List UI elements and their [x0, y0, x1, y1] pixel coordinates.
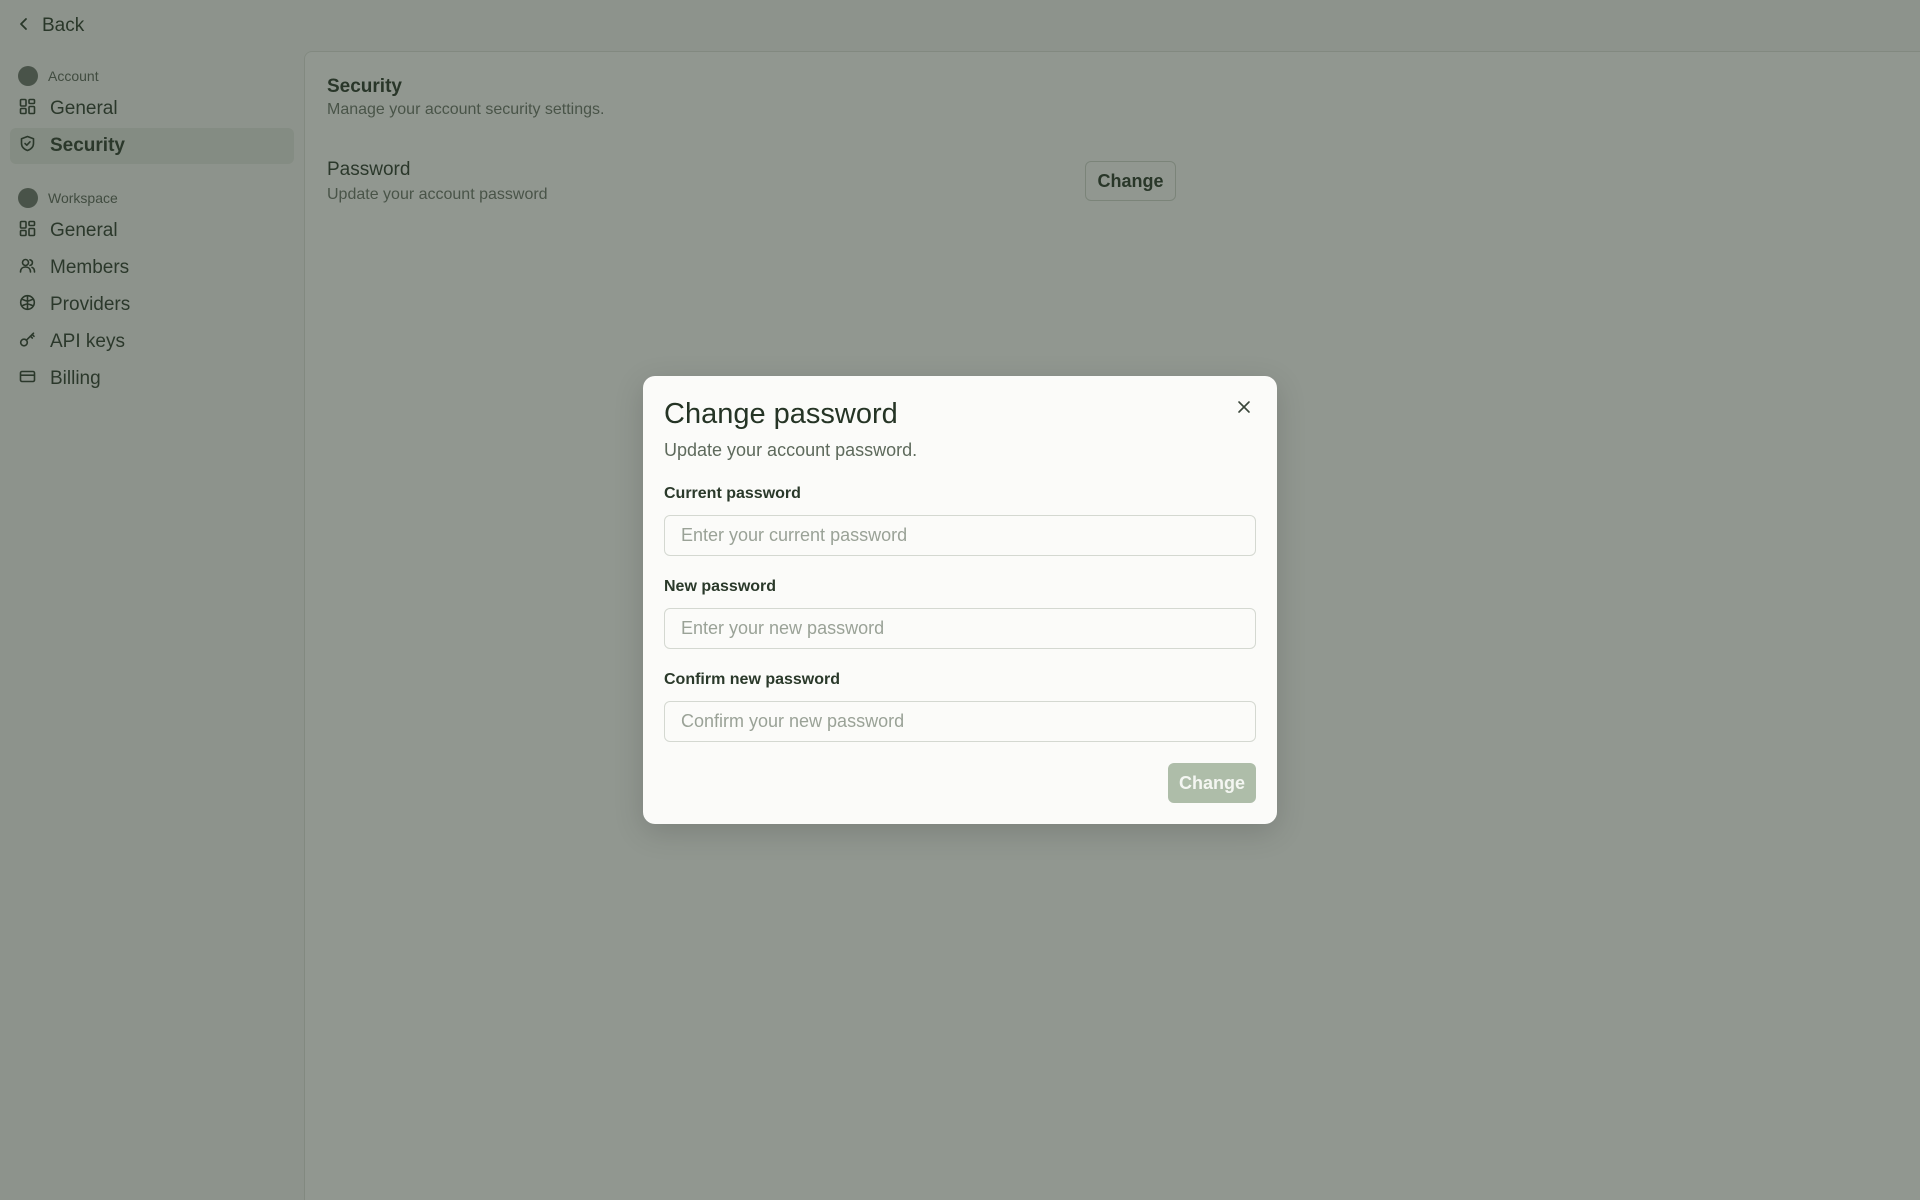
- new-password-label: New password: [664, 578, 777, 595]
- close-button[interactable]: [1233, 398, 1255, 420]
- current-password-input[interactable]: [664, 515, 1256, 556]
- app-window: Back Account General Security Workspace: [0, 0, 1920, 1200]
- confirm-password-label: Confirm new password: [664, 671, 841, 688]
- dialog-subtitle: Update your account password.: [664, 440, 918, 460]
- current-password-label: Current password: [664, 485, 801, 502]
- change-password-dialog: Change password Update your account pass…: [643, 376, 1277, 824]
- confirm-password-input[interactable]: [664, 701, 1256, 742]
- close-icon: [1237, 400, 1251, 419]
- dialog-title: Change password: [664, 398, 898, 430]
- submit-change-button[interactable]: Change: [1168, 763, 1256, 803]
- new-password-input[interactable]: [664, 608, 1256, 649]
